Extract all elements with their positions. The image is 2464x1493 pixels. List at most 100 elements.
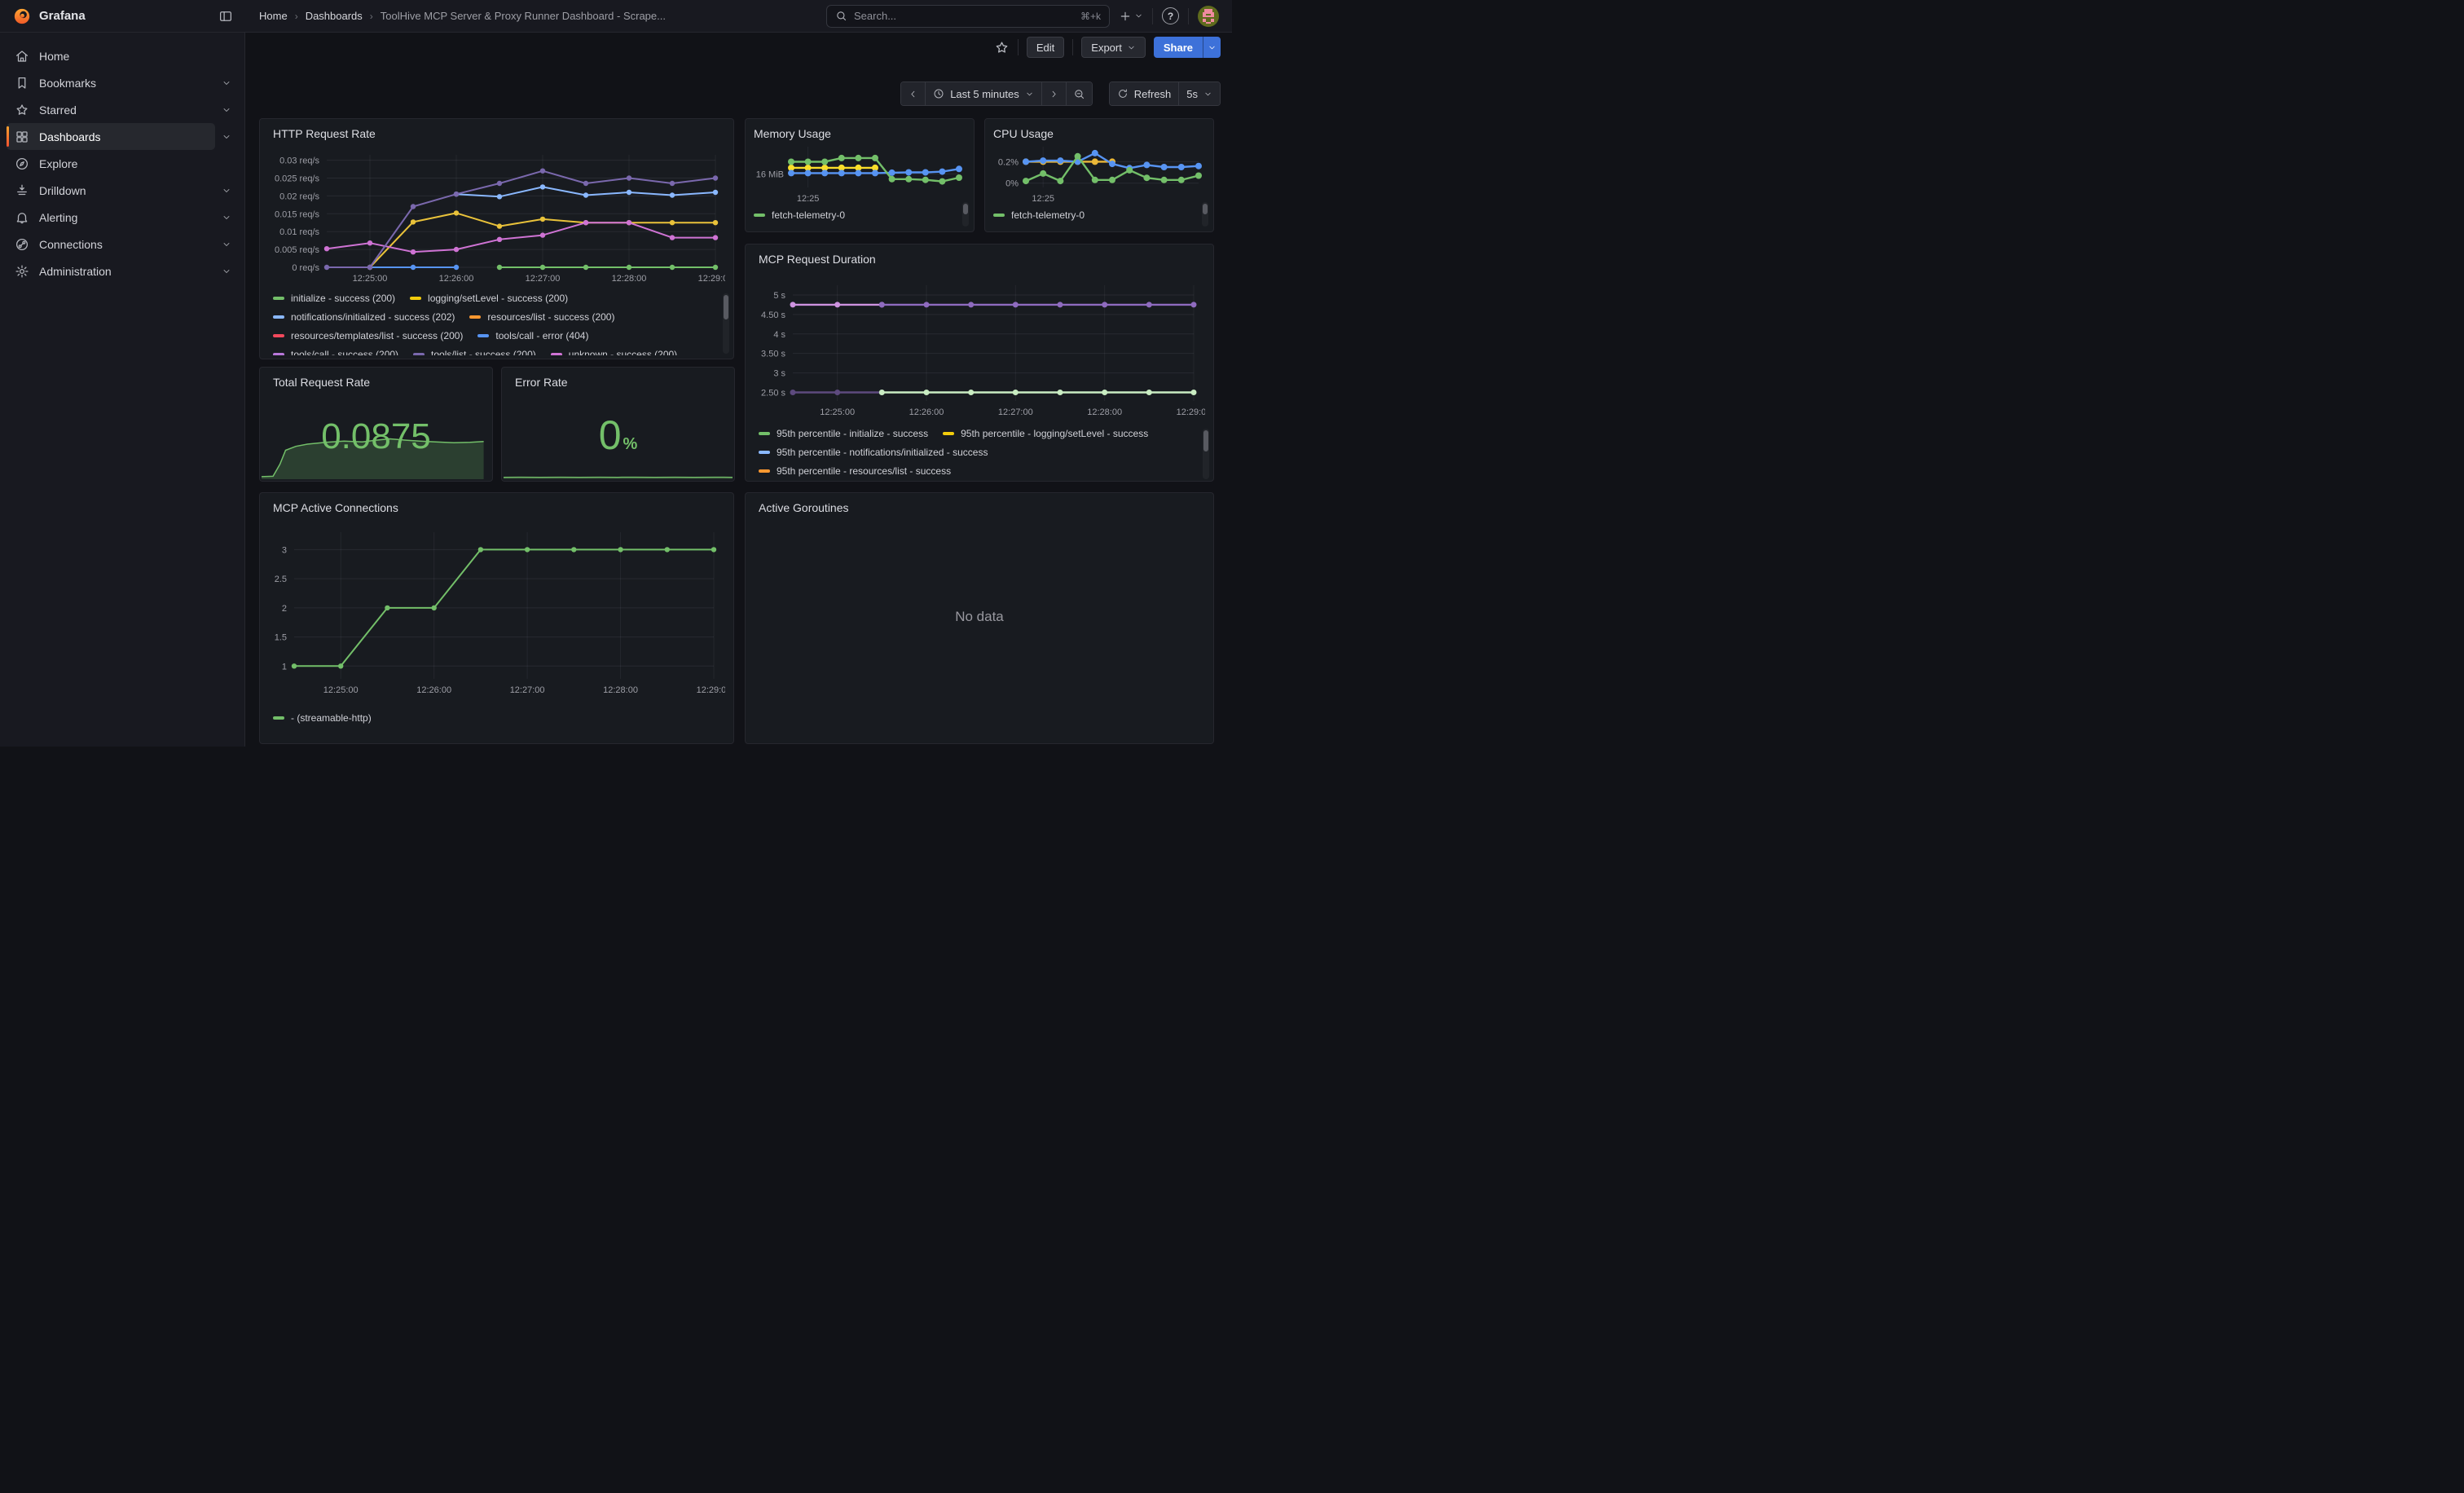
panel-title[interactable]: HTTP Request Rate bbox=[273, 127, 376, 140]
mcp-request-duration-chart[interactable]: 12:25:0012:26:0012:27:0012:28:0012:29:00… bbox=[755, 272, 1205, 424]
legend-scrollbar[interactable] bbox=[962, 202, 969, 227]
expand-administration-button[interactable] bbox=[215, 260, 238, 283]
cpu-legend: fetch-telemetry-0 bbox=[993, 209, 1192, 223]
sidebar-item-label: Drilldown bbox=[39, 184, 86, 197]
chevron-down-icon bbox=[1127, 43, 1136, 52]
legend-item[interactable]: initialize - success (200) bbox=[273, 293, 395, 304]
time-shift-forward-button[interactable] bbox=[1041, 82, 1066, 105]
legend-swatch bbox=[551, 353, 562, 356]
memory-usage-chart[interactable]: 12:2516 MiB bbox=[750, 142, 967, 204]
expand-connections-button[interactable] bbox=[215, 233, 238, 256]
sidebar-link-dashboards[interactable]: Dashboards bbox=[7, 123, 215, 150]
chevron-down-icon bbox=[222, 132, 231, 142]
scrollbar-thumb[interactable] bbox=[1203, 430, 1208, 451]
share-button[interactable]: Share bbox=[1154, 37, 1203, 58]
expand-starred-button[interactable] bbox=[215, 99, 238, 121]
refresh-interval-picker[interactable]: 5s bbox=[1178, 82, 1220, 105]
breadcrumb-dashboards[interactable]: Dashboards bbox=[306, 10, 363, 22]
sidebar-link-drilldown[interactable]: Drilldown bbox=[7, 177, 215, 204]
chevron-down-icon bbox=[222, 186, 231, 196]
export-button[interactable]: Export bbox=[1081, 37, 1146, 58]
sidebar-link-home[interactable]: Home bbox=[7, 42, 238, 69]
svg-text:0 req/s: 0 req/s bbox=[292, 263, 319, 273]
svg-text:16 MiB: 16 MiB bbox=[756, 170, 784, 179]
legend-item[interactable]: fetch-telemetry-0 bbox=[754, 209, 845, 221]
zoom-out-time-button[interactable] bbox=[1066, 82, 1092, 105]
sidebar-item-label: Home bbox=[39, 50, 69, 63]
panel-title[interactable]: Total Request Rate bbox=[273, 376, 370, 389]
chevron-down-icon bbox=[1203, 90, 1212, 99]
panel-title[interactable]: Active Goroutines bbox=[759, 501, 849, 514]
svg-text:3: 3 bbox=[282, 545, 287, 555]
sidebar-link-administration[interactable]: Administration bbox=[7, 258, 215, 284]
sidebar-link-starred[interactable]: Starred bbox=[7, 96, 215, 123]
add-new-button[interactable] bbox=[1119, 10, 1143, 23]
legend-item[interactable]: 95th percentile - resources/list - succe… bbox=[759, 465, 951, 477]
expand-drilldown-button[interactable] bbox=[215, 179, 238, 202]
panel-title[interactable]: Error Rate bbox=[515, 376, 568, 389]
expand-alerting-button[interactable] bbox=[215, 206, 238, 229]
legend-item[interactable]: 95th percentile - logging/setLevel - suc… bbox=[943, 428, 1148, 439]
avatar[interactable] bbox=[1198, 6, 1219, 27]
topbar: Grafana Home › Dashboards › ToolHive MCP… bbox=[0, 0, 1232, 33]
legend-scrollbar[interactable] bbox=[1202, 202, 1208, 227]
legend-item[interactable]: tools/list - success (200) bbox=[413, 349, 536, 356]
breadcrumb-home[interactable]: Home bbox=[259, 10, 288, 22]
legend-item[interactable]: unknown - success (200) bbox=[551, 349, 677, 356]
stat-value: 0.0875 bbox=[260, 416, 492, 457]
time-range-picker[interactable]: Last 5 minutes bbox=[925, 82, 1041, 105]
legend-swatch bbox=[273, 716, 284, 720]
share-menu-button[interactable] bbox=[1203, 37, 1221, 58]
panel-title[interactable]: MCP Active Connections bbox=[273, 501, 398, 514]
dock-menu-button[interactable] bbox=[217, 7, 235, 25]
legend-scrollbar[interactable] bbox=[1203, 429, 1209, 479]
panel-title[interactable]: MCP Request Duration bbox=[759, 253, 876, 266]
svg-text:12:28:00: 12:28:00 bbox=[612, 274, 647, 284]
http-request-rate-chart[interactable]: 12:25:0012:26:0012:27:0012:28:0012:29:00… bbox=[270, 145, 725, 288]
search-input[interactable] bbox=[854, 10, 1074, 22]
legend-item[interactable]: notifications/initialized - success (202… bbox=[273, 311, 455, 323]
help-button[interactable]: ? bbox=[1162, 7, 1179, 24]
legend-scrollbar[interactable] bbox=[723, 293, 729, 354]
refresh-interval-label: 5s bbox=[1186, 88, 1198, 100]
scrollbar-thumb[interactable] bbox=[724, 295, 728, 319]
svg-text:12:26:00: 12:26:00 bbox=[416, 685, 451, 695]
sidebar-link-explore[interactable]: Explore bbox=[7, 150, 238, 177]
legend-item[interactable]: fetch-telemetry-0 bbox=[993, 209, 1085, 221]
legend-row: initialize - success (200) logging/setLev… bbox=[273, 292, 712, 304]
chevron-down-icon bbox=[222, 266, 231, 276]
edit-button[interactable]: Edit bbox=[1027, 37, 1064, 58]
sidebar-link-connections[interactable]: Connections bbox=[7, 231, 215, 258]
expand-dashboards-button[interactable] bbox=[215, 126, 238, 148]
legend-item[interactable]: 95th percentile - initialize - success bbox=[759, 428, 928, 439]
legend-item[interactable]: logging/setLevel - success (200) bbox=[410, 293, 568, 304]
expand-bookmarks-button[interactable] bbox=[215, 72, 238, 95]
svg-text:12:28:00: 12:28:00 bbox=[1087, 407, 1122, 417]
stat-value: 0% bbox=[502, 412, 734, 459]
favorite-dashboard-button[interactable] bbox=[994, 40, 1010, 55]
legend-item[interactable]: tools/call - error (404) bbox=[477, 330, 588, 341]
legend-label: 95th percentile - logging/setLevel - suc… bbox=[961, 428, 1148, 439]
chevron-down-icon bbox=[1208, 43, 1217, 52]
refresh-button[interactable]: Refresh bbox=[1110, 82, 1179, 105]
sidebar-link-alerting[interactable]: Alerting bbox=[7, 204, 215, 231]
legend-item[interactable]: tools/call - success (200) bbox=[273, 349, 398, 356]
time-shift-back-button[interactable] bbox=[901, 82, 925, 105]
panel-title[interactable]: CPU Usage bbox=[993, 127, 1054, 140]
legend-item[interactable]: resources/templates/list - success (200) bbox=[273, 330, 463, 341]
legend-item[interactable]: resources/list - success (200) bbox=[469, 311, 614, 323]
cpu-usage-chart[interactable]: 12:250.2%0% bbox=[990, 142, 1207, 204]
svg-text:12:25:00: 12:25:00 bbox=[353, 274, 388, 284]
sidebar-link-bookmarks[interactable]: Bookmarks bbox=[7, 69, 215, 96]
search-box[interactable]: ⌘+k bbox=[826, 5, 1110, 28]
refresh-icon bbox=[1117, 88, 1129, 99]
legend-label: logging/setLevel - success (200) bbox=[428, 293, 568, 304]
svg-text:0.025 req/s: 0.025 req/s bbox=[275, 174, 320, 183]
legend-item[interactable]: 95th percentile - notifications/initiali… bbox=[759, 447, 988, 458]
scrollbar-thumb[interactable] bbox=[963, 204, 968, 214]
panel-title[interactable]: Memory Usage bbox=[754, 127, 831, 140]
scrollbar-thumb[interactable] bbox=[1203, 204, 1208, 214]
legend-item[interactable]: - (streamable-http) bbox=[273, 712, 372, 724]
legend-row: 95th percentile - resources/list - succe… bbox=[759, 465, 1192, 477]
mcp-active-connections-chart[interactable]: 12:25:0012:26:0012:27:0012:28:0012:29:00… bbox=[270, 522, 725, 705]
